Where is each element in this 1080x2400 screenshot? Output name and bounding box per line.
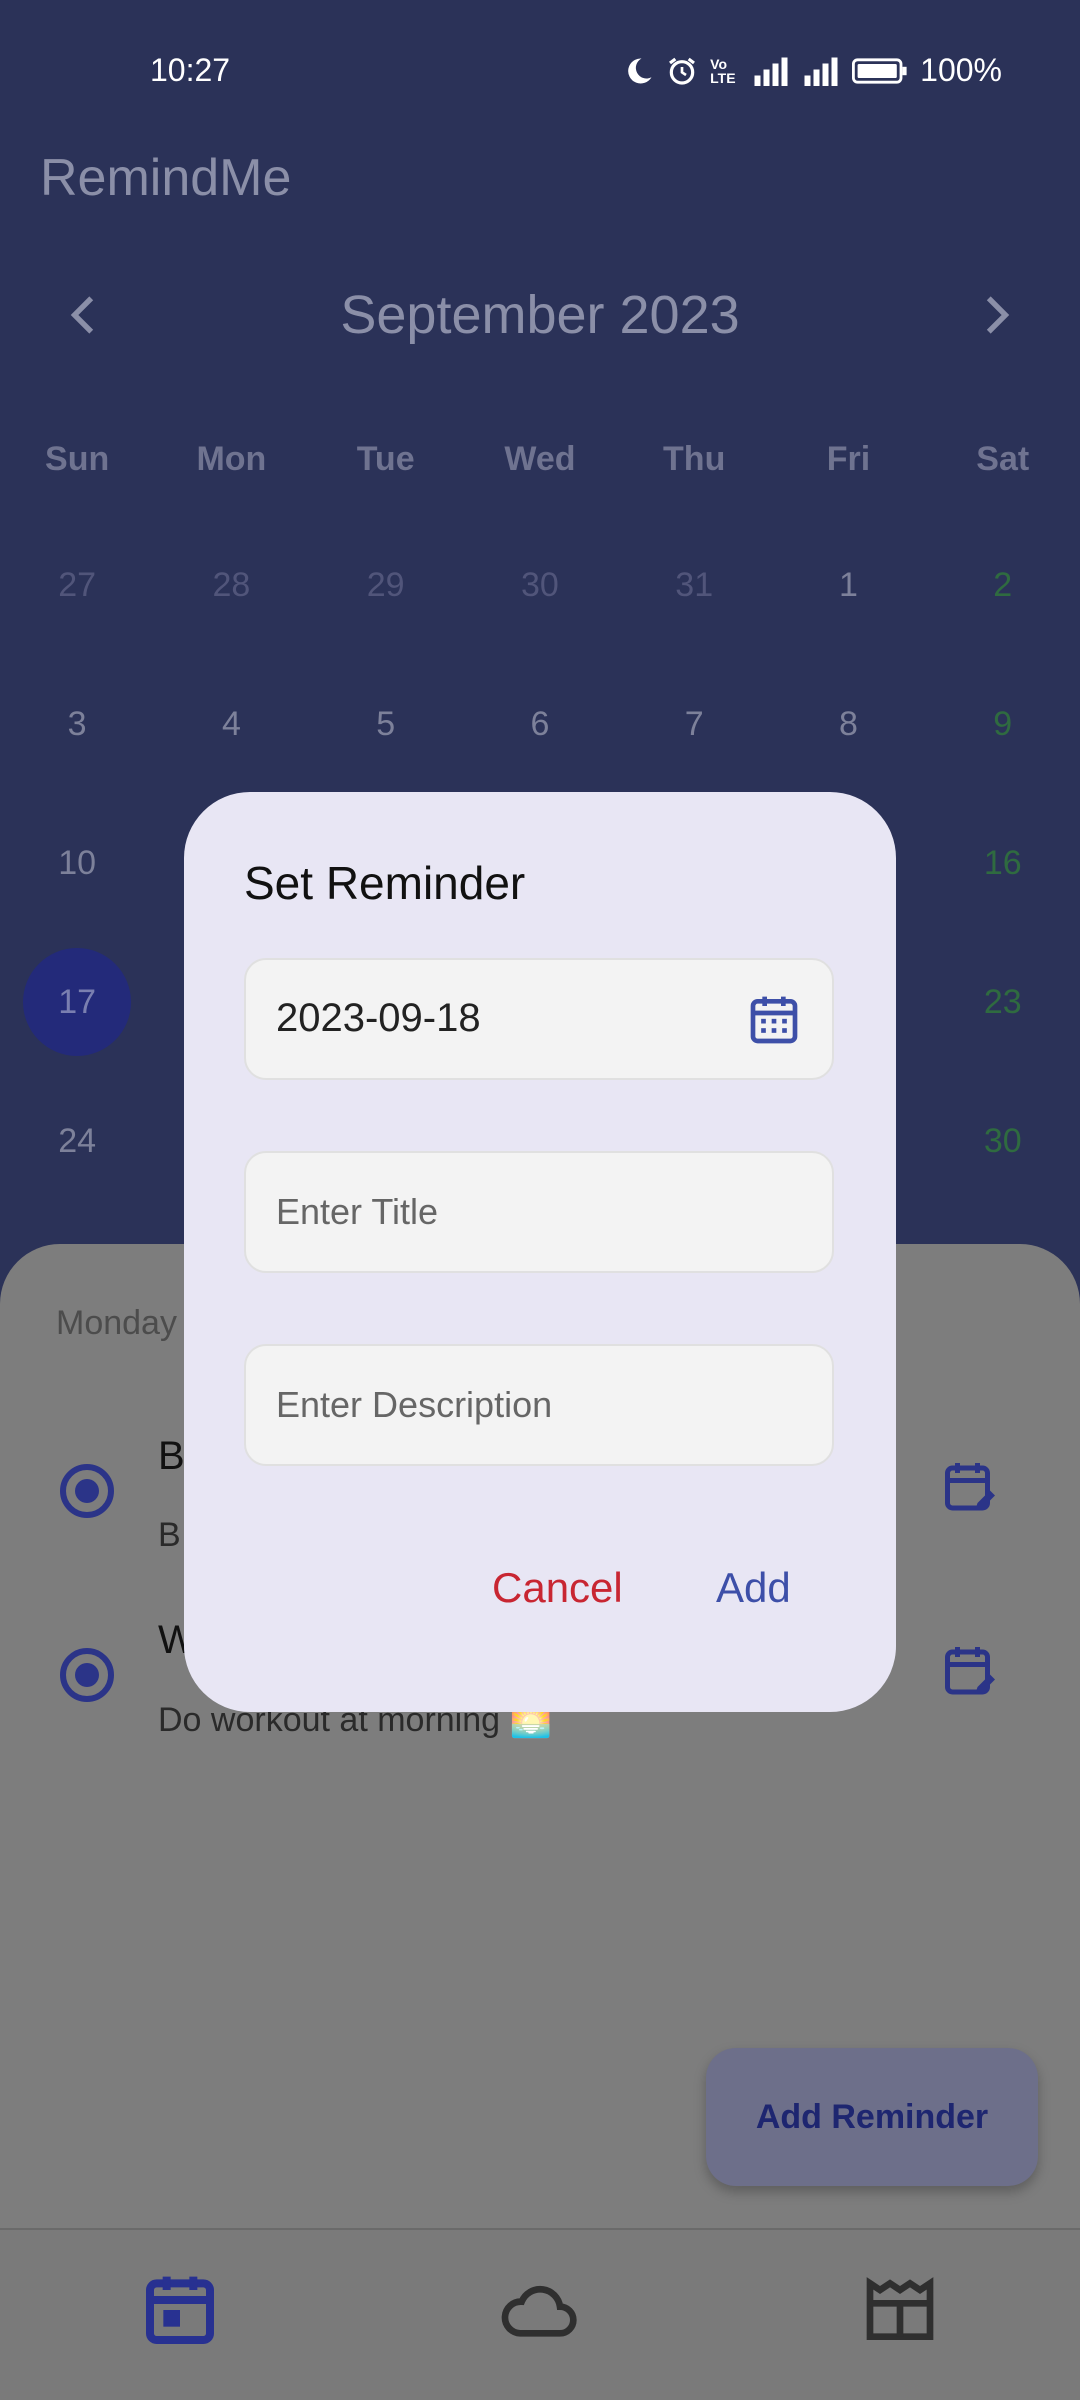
reminder-description: B [158,1516,181,1554]
calendar-day[interactable]: 10 [0,808,154,947]
calendar-day[interactable]: 24 [0,1086,154,1225]
app-title: RemindMe [40,149,292,207]
weekday-label: Sun [45,440,110,478]
calendar-day[interactable]: 3 [0,669,154,808]
signal-icon [804,57,838,86]
calendar-day[interactable]: 30 [926,1086,1080,1225]
weekday-label: Fri [826,440,871,478]
calendar-day[interactable]: 5 [309,669,463,808]
calendar-day[interactable]: 6 [463,669,617,808]
chevron-right-icon[interactable] [970,290,1020,340]
add-button[interactable]: Add [716,1564,791,1612]
calendar-day[interactable]: 4 [154,669,308,808]
calendar-day[interactable]: 30 [463,530,617,669]
status-time: 10:27 [150,52,231,88]
dialog-title: Set Reminder [244,857,526,909]
description-field[interactable]: Enter Description [244,1344,834,1466]
calendar-edit-icon[interactable] [940,1642,1000,1702]
calendar-day-selected[interactable]: 17 [0,947,154,1086]
reminder-radio[interactable] [60,1464,114,1518]
weekday-label: Wed [504,440,576,478]
description-placeholder: Enter Description [276,1384,553,1425]
calendar-week: 27 28 29 30 31 1 2 [0,530,1080,669]
calendar-day[interactable]: 1 [771,530,925,669]
reminder-title: B [158,1434,185,1478]
calendar-day[interactable]: 31 [617,530,771,669]
calendar-day[interactable]: 2 [926,530,1080,669]
moon-icon [628,57,652,83]
weekday-label: Thu [663,440,726,478]
calendar-month-label: September 2023 [340,285,740,345]
reminder-radio[interactable] [60,1648,114,1702]
title-field[interactable]: Enter Title [244,1151,834,1273]
weekday-label: Tue [356,440,415,478]
calendar-day[interactable]: 7 [617,669,771,808]
date-field[interactable]: 2023-09-18 [244,958,834,1080]
newspaper-icon[interactable] [860,2270,940,2350]
bottom-nav [0,2228,1080,2400]
status-icons: Vo LTE 100% [624,52,1002,89]
calendar-day[interactable]: 9 [926,669,1080,808]
calendar-day[interactable]: 16 [926,808,1080,947]
weekday-row: Sun Mon Tue Wed Thu Fri Sat [0,440,1080,479]
calendar-day[interactable]: 27 [0,530,154,669]
set-reminder-dialog: Set Reminder 2023-09-18 Enter Title Ente… [184,792,896,1712]
battery-level: 100% [920,52,1002,88]
calendar-icon[interactable] [140,2270,220,2350]
calendar-edit-icon[interactable] [940,1458,1000,1518]
status-bar: 10:27 Vo LTE 100% [0,0,1080,140]
weekday-label: Sat [976,440,1030,478]
calendar-header: September 2023 [0,270,1080,360]
volte-indicator: Vo LTE [710,55,736,86]
weekday-label: Mon [196,440,267,478]
calendar-week: 3 4 5 6 7 8 9 [0,669,1080,808]
alarm-icon [669,57,696,85]
date-value: 2023-09-18 [276,996,481,1040]
sheet-date-label: Monday [56,1304,177,1342]
calendar-day[interactable]: 8 [771,669,925,808]
battery-icon [852,57,907,84]
calendar-day-number: 17 [58,983,97,1021]
cloud-icon[interactable] [500,2270,580,2350]
cancel-button[interactable]: Cancel [492,1564,623,1612]
calendar-day[interactable]: 23 [926,947,1080,1086]
calendar-icon[interactable] [746,992,802,1048]
add-reminder-button[interactable]: Add Reminder [706,2048,1038,2186]
calendar-day[interactable]: 28 [154,530,308,669]
calendar-day[interactable]: 29 [309,530,463,669]
signal-icon [754,57,788,86]
title-placeholder: Enter Title [276,1191,439,1232]
